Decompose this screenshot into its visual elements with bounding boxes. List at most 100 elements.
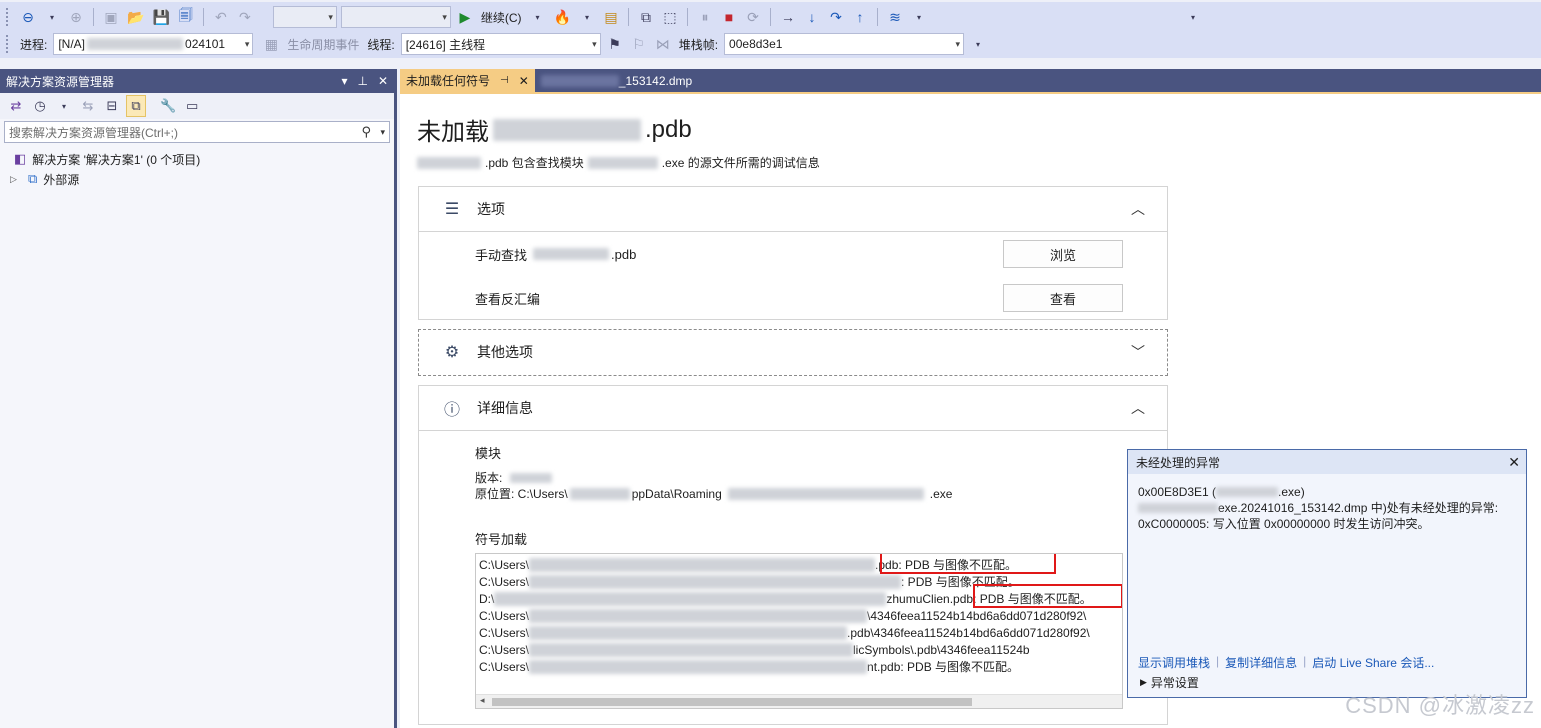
version-label: 版本: [475,471,503,485]
pending-changes-icon[interactable]: ◷ [30,95,50,117]
process-explorer-icon[interactable]: ▤ [601,6,621,28]
exception-address: 0x00E8D3E1 ( [1138,485,1217,499]
dropdown-arrow-icon[interactable]: ▾ [54,95,74,117]
show-next-statement-icon[interactable]: → [778,6,798,28]
new-project-icon[interactable]: ▣ [101,6,121,28]
scroll-left-icon[interactable]: ◂ [480,695,485,706]
search-options-icon[interactable]: ▾ [380,127,385,138]
pin-icon[interactable]: ⊥ [357,74,367,88]
browse-button[interactable]: 浏览 [1003,240,1123,268]
config-combo[interactable]: ▾ [272,6,337,28]
back-icon[interactable]: ⊖ [18,6,38,28]
line-suffix: licSymbols\.pdb\4346feea11524b [853,642,1030,657]
close-icon[interactable]: ✕ [1508,454,1520,471]
hot-reload-icon[interactable]: 🔥 [552,6,573,28]
scrollbar-thumb[interactable] [492,698,972,706]
thread-icon[interactable]: ⋈ [653,33,673,55]
info-icon: ⓘ [443,402,460,419]
options-body: 手动查找 .pdb 浏览 查看反汇编 查看 [419,231,1167,320]
switch-views-icon[interactable]: ⇄ [6,95,26,117]
details-header[interactable]: ⓘ 详细信息 ︿ [419,386,1167,430]
restart-icon[interactable]: ⟳ [743,6,763,28]
solution-search-input[interactable]: 搜索解决方案资源管理器(Ctrl+;) ⚲ ▾ [4,121,390,143]
continue-icon[interactable]: ▶ [455,6,475,28]
exception-line: 0xC0000005: 写入位置 0x00000000 时发生访问冲突。 [1138,517,1430,531]
redacted-text [529,608,868,623]
other-options-header[interactable]: ⚙ 其他选项 ﹀ [419,330,1167,374]
undo-icon[interactable]: ↶ [211,6,231,28]
start-live-share-link[interactable]: 启动 Live Share 会话... [1312,654,1434,671]
close-icon[interactable]: ✕ [378,74,388,88]
close-tab-icon[interactable]: ✕ [519,74,529,88]
continue-button[interactable]: 继续(C) [479,9,524,26]
thread-value: [24616] 主线程 [405,37,486,52]
exception-settings[interactable]: ▶ 异常设置 [1140,674,1199,691]
step-out-icon[interactable]: ↑ [850,6,870,28]
collapse-all-icon[interactable]: ⊟ [102,95,122,117]
dropdown-arrow-icon[interactable]: ▾ [528,6,548,28]
flag-icon[interactable]: ⚑ [605,33,625,55]
step-over-icon[interactable]: ↷ [826,6,846,28]
flag-filter-icon[interactable]: ⚐ [629,33,649,55]
thread-combo[interactable]: [24616] 主线程 ▾ [400,33,601,55]
toolbar-options-icon[interactable]: ▾ [1183,6,1203,28]
other-options-card[interactable]: ⚙ 其他选项 ﹀ [418,329,1168,376]
toolbar-options-icon[interactable]: ▾ [968,33,988,55]
lifecycle-icon[interactable]: ▦ [261,33,281,55]
platform-combo[interactable]: ▾ [340,6,451,28]
toolbar-grip[interactable] [6,35,10,53]
window-layout2-icon[interactable]: ⬚ [660,6,680,28]
chevron-down-icon[interactable]: ﹀ [1131,342,1145,362]
show-call-stack-link[interactable]: 显示调用堆栈 [1138,654,1210,671]
process-combo[interactable]: [N/A] 024101 ▾ [53,33,254,55]
redacted-text [493,118,641,141]
toolbar-overflow-icon[interactable]: ▾ [909,6,929,28]
dropdown-arrow-icon[interactable]: ▾ [42,6,62,28]
symbol-load-log[interactable]: C:\Users\ .pdb: PDB 与图像不匹配。 C:\Users\ : … [475,553,1123,709]
forward-icon[interactable]: ⊕ [66,6,86,28]
save-all-icon[interactable]: 🗐 [176,6,196,28]
sync-icon[interactable]: ⇆ [78,95,98,117]
exception-settings-label: 异常设置 [1150,676,1199,690]
tree-item-external-sources[interactable]: ▷ ⧉ 外部源 [0,169,394,189]
properties-icon[interactable]: 🔧 [158,95,178,117]
tab-dump-file[interactable]: _153142.dmp [535,69,698,92]
show-all-files-icon[interactable]: ⧉ [126,95,146,117]
lifecycle-events-button[interactable]: 生命周期事件 [285,36,361,53]
stackframe-combo[interactable]: 00e8d3e1 ▾ [724,33,965,55]
chevron-up-icon[interactable]: ︿ [1131,398,1145,418]
chevron-up-icon[interactable]: ︿ [1131,199,1145,219]
tree-item-solution[interactable]: ◧ 解决方案 '解决方案1' (0 个项目) [0,149,394,169]
expand-arrow-icon[interactable]: ▷ [10,174,22,185]
window-layout-icon[interactable]: ⧉ [636,6,656,28]
separator [202,8,204,26]
debug-location-toolbar: 进程: [N/A] 024101 ▾ ▦ 生命周期事件 线程: [24616] … [0,30,1541,58]
stop-icon[interactable]: ■ [719,6,739,28]
disassembly-row: 查看反汇编 查看 [419,276,1167,320]
view-disassembly-button[interactable]: 查看 [1003,284,1123,312]
separator [93,8,94,26]
open-folder-icon[interactable]: 📂 [125,6,146,28]
search-icon[interactable]: ⚲ [361,124,371,140]
redo-icon[interactable]: ↷ [235,6,255,28]
diagnostic-icon[interactable]: ≋ [885,6,905,28]
search-placeholder: 搜索解决方案资源管理器(Ctrl+;) [9,125,178,140]
exception-links: 显示调用堆栈 | 复制详细信息 | 启动 Live Share 会话... [1138,654,1434,671]
window-position-icon[interactable]: ▾ [341,74,347,88]
toolbar-grip[interactable] [6,8,10,26]
options-header[interactable]: ☰ 选项 ︿ [419,187,1167,231]
pin-icon[interactable]: ⊣ [500,75,509,86]
pause-icon[interactable]: ⏸ [695,6,715,28]
step-into-icon[interactable]: ↓ [802,6,822,28]
dropdown-arrow-icon[interactable]: ▾ [577,6,597,28]
copy-details-link[interactable]: 复制详细信息 [1225,654,1297,671]
document-tab-strip: 未加载任何符号 ⊣ ✕ _153142.dmp [400,69,1541,92]
preview-icon[interactable]: ▭ [182,95,202,117]
redacted-text [529,625,848,640]
expand-arrow-icon[interactable]: ▶ [1140,677,1147,688]
line-suffix: \4346feea11524b14bd6a6dd071d280f92\ [867,608,1087,623]
horizontal-scrollbar[interactable]: ◂ [476,694,1122,708]
tab-no-symbols[interactable]: 未加载任何符号 ⊣ ✕ [400,69,535,92]
save-icon[interactable]: 💾 [150,6,171,28]
tab-label: 未加载任何符号 [406,74,491,88]
